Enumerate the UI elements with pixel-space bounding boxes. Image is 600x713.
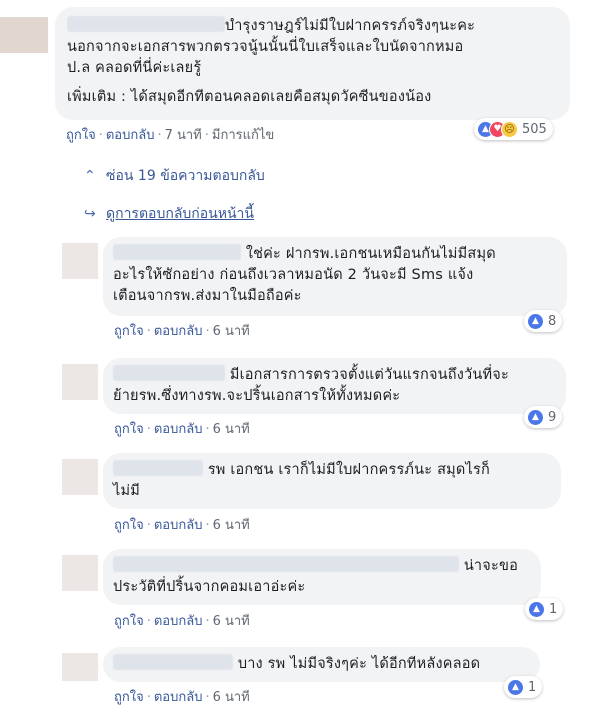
reply-link[interactable]: ตอบกลับ [154,690,203,705]
like-link[interactable]: ถูกใจ [114,422,144,437]
reply-text-line: ประวัติที่ปริ้นจากคอมเอาอ่ะค่ะ [113,579,306,595]
reply-reactions[interactable]: ▲ 9 [524,406,563,428]
reply-actions: ถูกใจ · ตอบกลับ · 6 นาที [114,690,250,705]
reaction-count: 1 [549,601,558,617]
reply-avatar[interactable] [62,459,98,495]
main-comment-line-3: ป.ล คลอดที่นี่ค่ะเลยรู้ [67,60,202,76]
like-link[interactable]: ถูกใจ [114,324,144,339]
reply-bubble: มีเอกสารการตรวจตั้งแต่วันแรกจนถึงวันที่จ… [103,358,566,414]
reaction-count: 1 [528,679,537,695]
reply-bubble: ใช่ค่ะ ฝากรพ.เอกชนเหมือนกันไม่มีสมุด อะไ… [103,237,567,316]
reply-link[interactable]: ตอบกลับ [154,518,203,533]
reply-reactions[interactable]: ▲ 1 [504,676,543,698]
blurred-commenter-name[interactable] [113,244,241,260]
reply-link[interactable]: ตอบกลับ [106,128,155,143]
reply-link[interactable]: ตอบกลับ [154,324,203,339]
main-comment-actions: ถูกใจ · ตอบกลับ · 7 นาที · มีการแก้ไข [66,128,275,143]
reply-text-line: เตือนจากรพ.ส่งมาในมือถือค่ะ [113,288,302,304]
previous-replies-label: ดูการตอบกลับก่อนหน้านี้ [106,206,254,222]
reply-text-line: รพ เอกชน เราก็ไม่มีใบฝากครรภ์นะ สมุดไรก็ [207,462,490,478]
blurred-commenter-name[interactable] [113,654,233,670]
main-comment-bubble: บำรุงราษฎร์ไม่มีใบฝากครรภ์จริงๆนะคะ นอกจ… [55,7,570,120]
reply-text-line: น่าจะขอ [463,558,518,574]
like-link[interactable]: ถูกใจ [114,518,144,533]
reaction-count: 8 [548,313,557,329]
reply-avatar[interactable] [62,653,98,681]
reply-bubble: บาง รพ ไม่มีจริงๆค่ะ ได้อีกทีหลังคลอด [103,647,540,682]
reply-link[interactable]: ตอบกลับ [154,614,203,629]
reply-text-line: อะไรให้ซักอย่าง ก่อนถึงเวลาหมอนัด 2 วันจ… [113,267,474,283]
blurred-commenter-name[interactable] [67,16,225,32]
reply-reactions[interactable]: ▲ 1 [525,598,564,620]
reply-text-line: มีเอกสารการตรวจตั้งแต่วันแรกจนถึงวันที่จ… [229,367,509,383]
reaction-count: 505 [522,121,547,137]
reply-arrow-icon: ↪ [84,206,96,222]
timestamp[interactable]: 6 นาที [213,518,250,533]
reaction-count: 9 [548,409,557,425]
reply-text-line: ย้ายรพ.ซึ่งทางรพ.จะปริ้นเอกสารให้ทั้งหมด… [113,388,401,404]
reply-text-line: ใช่ค่ะ ฝากรพ.เอกชนเหมือนกันไม่มีสมุด [245,246,496,262]
timestamp[interactable]: 6 นาที [213,614,250,629]
main-comment-line-2: นอกจากจะเอกสารพวกตรวจนู้นนั้นนี่ใบเสร็จแ… [67,39,464,55]
like-link[interactable]: ถูกใจ [66,128,96,143]
reply-avatar[interactable] [62,555,98,591]
commenter-avatar[interactable] [0,17,48,53]
timestamp[interactable]: 7 นาที [165,128,202,143]
sad-icon: ☹ [501,120,518,138]
reply-text-line: ไม่มี [113,483,141,499]
edited-label[interactable]: มีการแก้ไข [212,128,274,143]
hide-replies-link[interactable]: ⌃ ซ่อน 19 ข้อความตอบกลับ [84,165,265,187]
timestamp[interactable]: 6 นาที [213,422,250,437]
like-link[interactable]: ถูกใจ [114,614,144,629]
timestamp[interactable]: 6 นาที [213,324,250,339]
reply-actions: ถูกใจ · ตอบกลับ · 6 นาที [114,518,250,533]
reply-avatar[interactable] [62,364,98,400]
reply-reactions[interactable]: ▲ 8 [524,310,563,332]
like-icon: ▲ [507,678,524,696]
hide-replies-label: ซ่อน 19 ข้อความตอบกลับ [106,168,265,184]
like-link[interactable]: ถูกใจ [114,690,144,705]
like-icon: ▲ [527,312,544,330]
reply-bubble: น่าจะขอ ประวัติที่ปริ้นจากคอมเอาอ่ะค่ะ [103,549,541,605]
reply-actions: ถูกใจ · ตอบกลับ · 6 นาที [114,422,250,437]
blurred-commenter-name[interactable] [113,556,459,572]
blurred-commenter-name[interactable] [113,365,225,381]
blurred-commenter-name[interactable] [113,460,203,476]
previous-replies-link[interactable]: ↪ ดูการตอบกลับก่อนหน้านี้ [84,203,254,225]
reply-bubble: รพ เอกชน เราก็ไม่มีใบฝากครรภ์นะ สมุดไรก็… [103,453,561,509]
reply-avatar[interactable] [62,243,98,279]
like-icon: ▲ [527,408,544,426]
main-reactions[interactable]: ▲ ♥ ☹ 505 [474,118,553,140]
like-icon: ▲ [528,600,545,618]
reply-text-line: บาง รพ ไม่มีจริงๆค่ะ ได้อีกทีหลังคลอด [237,656,481,672]
main-comment-line-4: เพิ่มเติม : ได้สมุดอีกทีตอนคลอดเลยคือสมุ… [67,89,432,105]
main-comment-line-1: บำรุงราษฎร์ไม่มีใบฝากครรภ์จริงๆนะคะ [225,18,476,34]
reply-actions: ถูกใจ · ตอบกลับ · 6 นาที [114,614,250,629]
reply-actions: ถูกใจ · ตอบกลับ · 6 นาที [114,324,250,339]
reply-link[interactable]: ตอบกลับ [154,422,203,437]
chevron-up-icon: ⌃ [84,168,96,184]
timestamp[interactable]: 6 นาที [213,690,250,705]
